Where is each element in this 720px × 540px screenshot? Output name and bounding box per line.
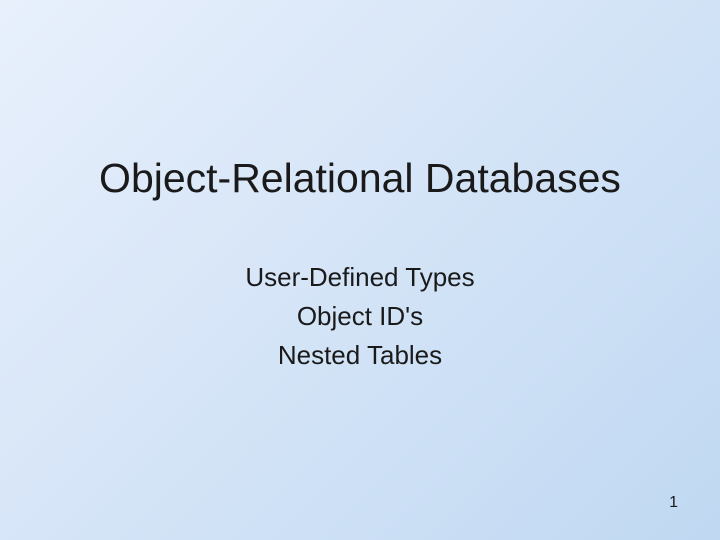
subtitle-line-1: User-Defined Types [245,262,474,293]
subtitle-line-2: Object ID's [297,301,423,332]
slide-title: Object-Relational Databases [99,155,621,202]
page-number: 1 [669,494,678,512]
subtitle-line-3: Nested Tables [278,340,442,371]
slide-container: Object-Relational Databases User-Defined… [0,0,720,540]
subtitle-group: User-Defined Types Object ID's Nested Ta… [245,262,474,371]
